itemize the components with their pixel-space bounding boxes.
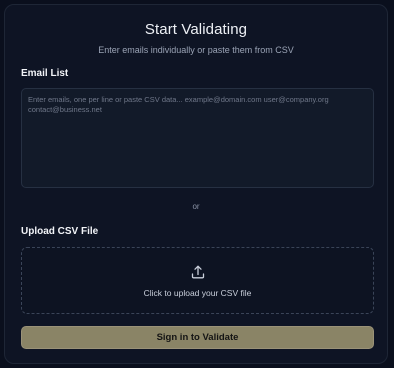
validation-card: Start Validating Enter emails individual… bbox=[4, 4, 388, 364]
email-list-textarea[interactable] bbox=[21, 88, 374, 188]
upload-dropzone-text: Click to upload your CSV file bbox=[143, 288, 252, 298]
csv-upload-dropzone[interactable]: Click to upload your CSV file bbox=[21, 247, 374, 314]
upload-icon bbox=[190, 264, 206, 280]
page-title: Start Validating bbox=[144, 21, 248, 38]
upload-csv-label: Upload CSV File bbox=[21, 226, 99, 237]
page-subtitle: Enter emails individually or paste them … bbox=[98, 45, 294, 55]
or-divider: or bbox=[192, 202, 200, 211]
email-list-label: Email List bbox=[21, 68, 69, 79]
sign-in-to-validate-button[interactable]: Sign in to Validate bbox=[21, 326, 374, 349]
